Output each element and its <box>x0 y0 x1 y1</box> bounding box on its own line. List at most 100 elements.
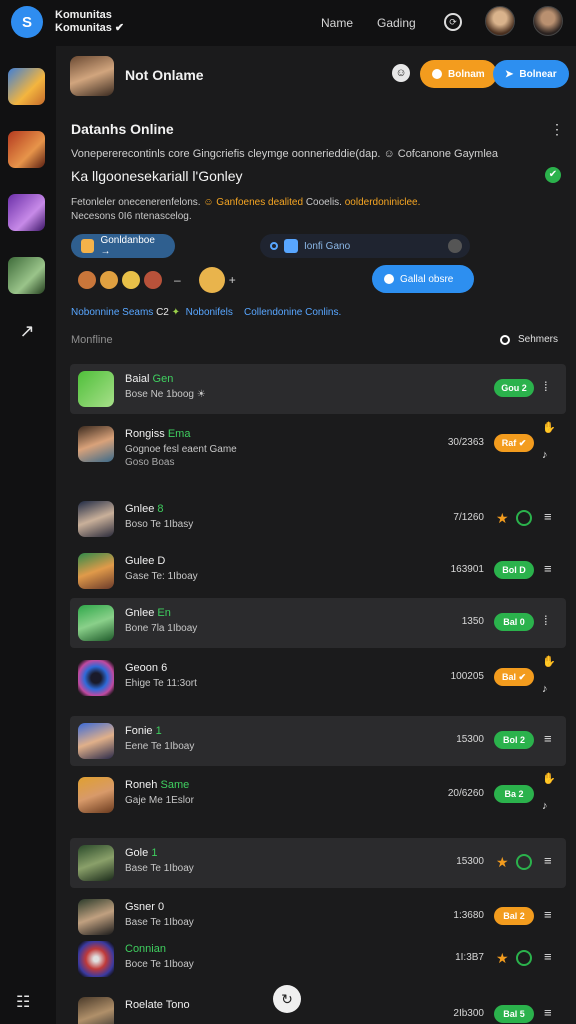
list-item[interactable]: Roneh Same Gaje Me 1Eslor 20/6260 Ba 2 ✋ ♪ <box>70 770 566 820</box>
row-menu-icon[interactable]: ⁞ <box>544 379 548 394</box>
status-badge[interactable]: Bal ✔ <box>494 668 534 686</box>
status-badge[interactable]: Bal 0 <box>494 613 534 631</box>
row-menu-icon[interactable]: ≡ <box>544 509 552 524</box>
status-badge[interactable]: Raf ✔ <box>494 434 534 452</box>
emoji-icon[interactable]: ☺ <box>392 64 410 82</box>
sidebar-game-4-icon[interactable] <box>8 257 45 294</box>
chip-ionfi-gano[interactable]: Ionfi Gano <box>260 234 470 258</box>
star-icon[interactable]: ★ <box>496 950 509 967</box>
refresh-fab-icon[interactable]: ↻ <box>273 985 301 1013</box>
hand-icon[interactable]: ✋ <box>542 421 556 434</box>
details-text-1: Fetonleler onecenerenfelons. <box>71 197 201 208</box>
row-menu-icon[interactable]: ≡ <box>544 949 552 964</box>
status-circle-icon[interactable] <box>516 950 532 966</box>
profile-avatar[interactable] <box>70 56 114 96</box>
row-menu-icon[interactable]: ≡ <box>544 561 552 576</box>
puzzle-icon <box>284 239 298 253</box>
list-item[interactable]: Fonie 1 Eene Te 1Iboay 15300 Bol 2 ≡ <box>70 716 566 766</box>
row-count: 15300 <box>456 734 484 745</box>
list-item[interactable]: Rongiss Ema Gognoe fesl eaent Game Goso Bo… <box>70 419 566 469</box>
link-c2[interactable]: C2 <box>156 307 169 318</box>
status-badge[interactable]: Ba 2 <box>494 785 534 803</box>
reaction-icon[interactable] <box>100 271 118 289</box>
link-seams[interactable]: Nobonnine Seams <box>71 307 153 318</box>
sound-icon[interactable]: ♪ <box>542 800 548 812</box>
status-circle-icon[interactable] <box>516 854 532 870</box>
reaction-icon[interactable] <box>144 271 162 289</box>
chip-label: Gonldanboe → <box>100 235 155 257</box>
online-button[interactable]: Gallal obsre <box>372 265 474 293</box>
avatar[interactable] <box>485 6 515 36</box>
row-count: 163901 <box>450 564 484 575</box>
hand-icon[interactable]: ✋ <box>542 772 556 785</box>
link-conlins[interactable]: Collendonine Conlins. <box>244 307 341 318</box>
leaf-icon: ✦ <box>171 307 181 318</box>
status-badge[interactable]: Bol 2 <box>494 731 534 749</box>
row-count: 1I:3B7 <box>455 952 484 963</box>
nav-link-gading[interactable]: Gading <box>377 16 416 30</box>
star-icon[interactable]: ★ <box>496 510 509 527</box>
list-item[interactable]: Gnlee 8 Boso Te 1Ibasy 7/1260 ★ ≡ <box>70 494 566 544</box>
refresh-icon[interactable]: ⟳ <box>444 13 462 31</box>
row-title: Rongiss Ema <box>125 428 190 440</box>
brand-logo-icon[interactable]: S <box>11 6 43 38</box>
list-item[interactable]: Connian Boce Te 1Iboay 1I:3B7 ★ ≡ <box>70 934 566 984</box>
sound-icon[interactable]: ♪ <box>542 449 548 461</box>
status-badge[interactable]: Bol D <box>494 561 534 579</box>
settings-icon[interactable] <box>448 239 462 253</box>
star-icon[interactable]: ★ <box>496 854 509 871</box>
row-subtitle-2: Goso Boas <box>125 457 175 468</box>
circle-icon <box>384 274 394 284</box>
list-item[interactable]: Roelate Tono 2Ib300 Bal 5 ≡ <box>70 990 566 1024</box>
sidebar-game-2-icon[interactable] <box>8 131 45 168</box>
list-item[interactable]: Gulee D Gase Te: 1Iboay 163901 Bol D ≡ <box>70 546 566 596</box>
game-avatar <box>78 605 114 641</box>
list-item[interactable]: Baial Gen Bose Ne 1boog ☀ Gou 2 ⁞ <box>70 364 566 414</box>
game-avatar <box>78 501 114 537</box>
character-icon[interactable] <box>198 267 225 293</box>
list-item[interactable]: Geoon 6 Ehige Te 11:3ort 100205 Bal ✔ ✋ ♪ <box>70 653 566 703</box>
arrow-icon: ➤ <box>505 68 514 80</box>
row-menu-icon[interactable]: ≡ <box>544 907 552 922</box>
row-menu-icon[interactable]: ≡ <box>544 1005 552 1020</box>
nav-link-name[interactable]: Name <box>321 16 353 30</box>
row-menu-icon[interactable]: ⁞ <box>544 613 548 628</box>
row-title-tag: 8 <box>157 503 164 515</box>
section-title: Datanhs Online <box>71 121 174 137</box>
row-subtitle: Eene Te 1Iboay <box>125 741 195 752</box>
row-title-text: Geoon 6 <box>125 662 168 674</box>
orange-action-button[interactable]: Bolnam <box>420 60 497 88</box>
sidebar-game-1-icon[interactable] <box>8 68 45 105</box>
row-menu-icon[interactable]: ≡ <box>544 731 552 746</box>
status-circle-icon[interactable] <box>516 510 532 526</box>
list-item[interactable]: Gole 1 Base Te 1Iboay 15300 ★ ≡ <box>70 838 566 888</box>
chip-label: Ionfi Gano <box>304 240 351 252</box>
blue-action-button[interactable]: ➤ Bolnear <box>493 60 569 88</box>
grid-icon[interactable]: ☷ <box>16 992 30 1012</box>
details-highlight-2: oolderdoniniclee. <box>344 197 421 208</box>
row-menu-icon[interactable]: ≡ <box>544 853 552 868</box>
row-title-tag: Same <box>160 779 190 791</box>
more-options-icon[interactable]: ⋮ <box>550 121 564 138</box>
plus-icon[interactable]: + <box>229 273 236 287</box>
stats-icon[interactable]: ↗ <box>16 320 38 342</box>
list-item[interactable]: Gnlee En Bone 7la 1Iboay 1350 Bal 0 ⁞ <box>70 598 566 648</box>
status-badge[interactable]: Gou 2 <box>494 379 534 397</box>
link-nobonifels[interactable]: Nobonifels <box>186 307 233 318</box>
game-avatar <box>78 426 114 462</box>
sound-icon[interactable]: ♪ <box>542 683 548 695</box>
hand-icon[interactable]: ✋ <box>542 655 556 668</box>
avatar[interactable] <box>533 6 563 36</box>
reaction-icon[interactable] <box>122 271 140 289</box>
orange-action-label: Bolnam <box>448 68 485 80</box>
sort-control[interactable]: Sehmers <box>500 334 558 345</box>
row-title: Fonie 1 <box>125 725 162 737</box>
status-badge[interactable]: Bal 2 <box>494 907 534 925</box>
row-title-tag: Gen <box>152 373 174 385</box>
reaction-icon[interactable] <box>78 271 96 289</box>
chip-gonldanboe[interactable]: Gonldanboe → <box>71 234 175 258</box>
radio-icon <box>270 242 278 250</box>
sidebar-game-3-icon[interactable] <box>8 194 45 231</box>
row-title-text: Gnlee <box>125 607 155 619</box>
status-badge[interactable]: Bal 5 <box>494 1005 534 1023</box>
